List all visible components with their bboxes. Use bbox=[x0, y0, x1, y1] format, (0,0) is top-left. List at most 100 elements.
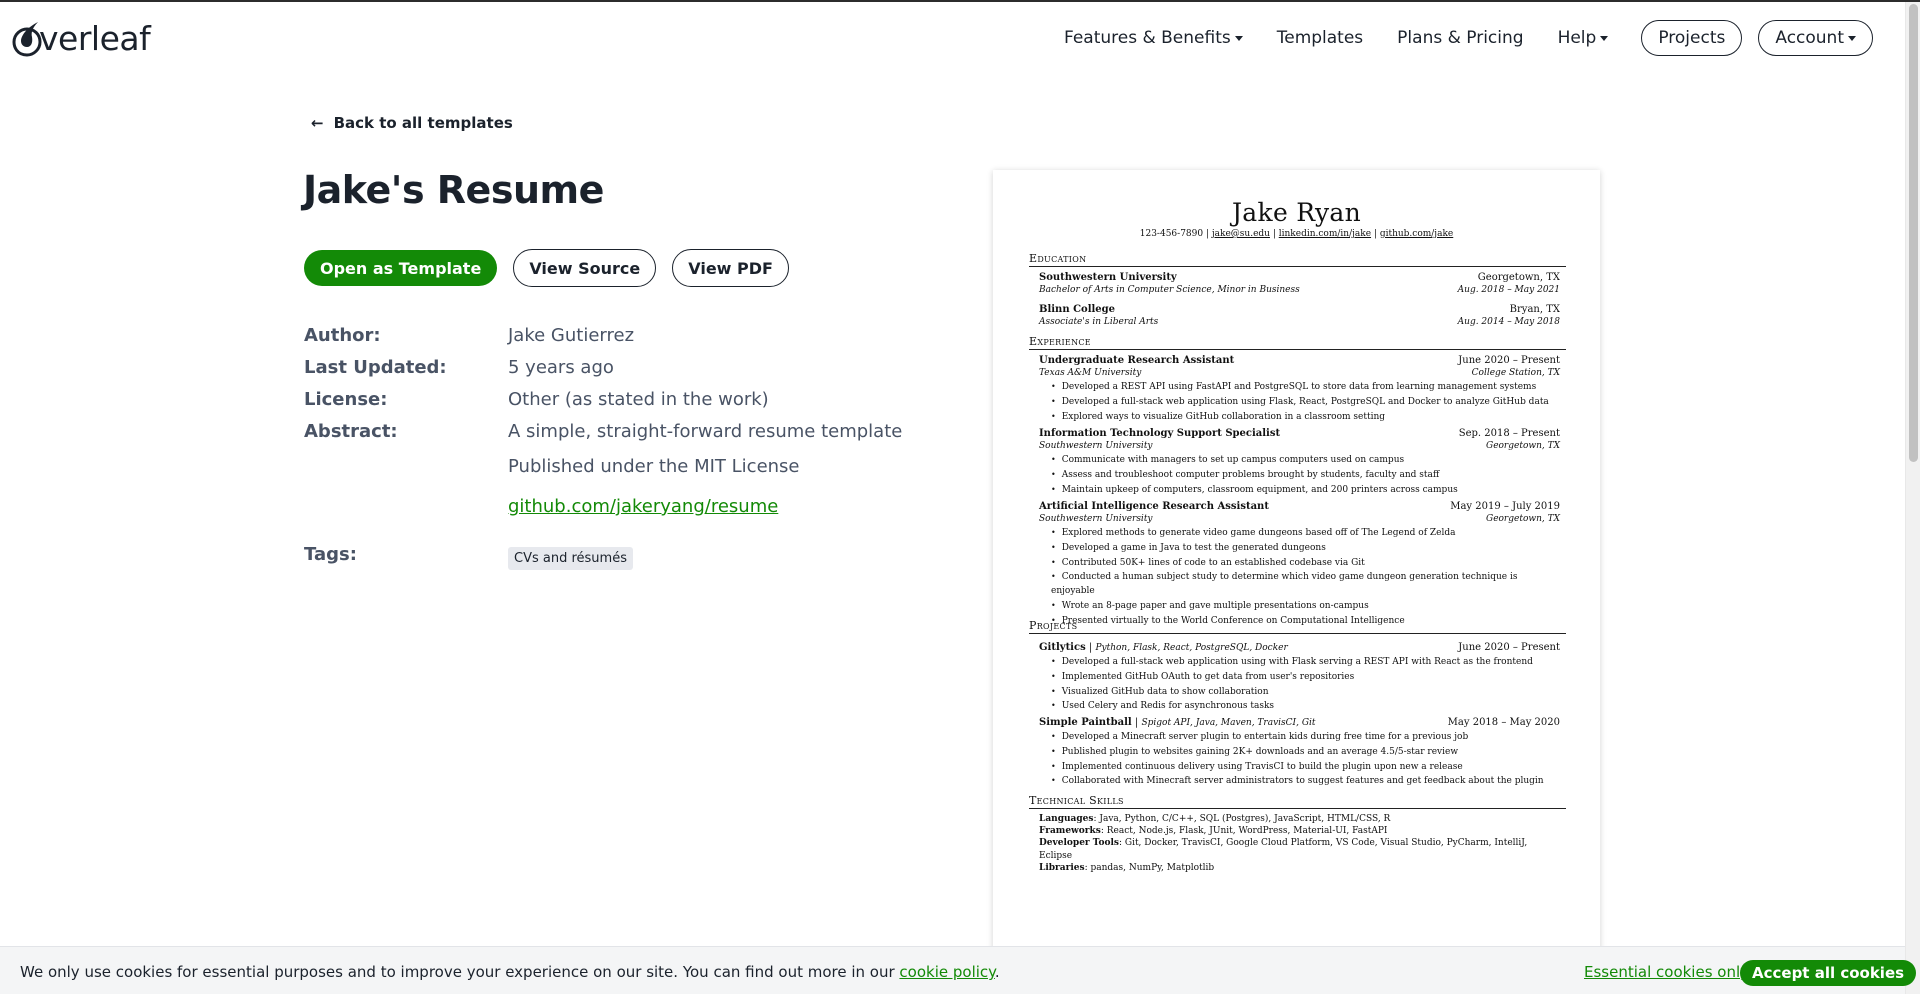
account-dropdown[interactable]: Account bbox=[1758, 20, 1873, 56]
meta-row-abstract: Abstract: A simple, straight-forward res… bbox=[304, 416, 902, 448]
dates: Sep. 2018 – Present bbox=[1458, 428, 1560, 439]
job-title: Undergraduate Research Assistant bbox=[1039, 355, 1235, 366]
resume-experience-entry: Undergraduate Research Assistant June 202… bbox=[1039, 354, 1560, 424]
job-title: Artificial Intelligence Research Assista… bbox=[1039, 501, 1269, 512]
location: Bryan, TX bbox=[1509, 304, 1560, 315]
nav-features-dropdown[interactable]: Features & Benefits bbox=[1047, 19, 1260, 57]
back-link-label: Back to all templates bbox=[333, 114, 513, 132]
logo-text: verleaf bbox=[39, 18, 151, 58]
caret-down-icon bbox=[1600, 35, 1609, 41]
bullet: Wrote an 8-page paper and gave multiple … bbox=[1051, 599, 1560, 614]
bullet: Implemented continuous delivery using Tr… bbox=[1051, 760, 1560, 775]
skill-label: Developer Tools bbox=[1039, 838, 1119, 849]
page-scrollbar[interactable] bbox=[1905, 2, 1920, 994]
scrollbar-thumb[interactable] bbox=[1909, 4, 1918, 462]
nav-plans-label: Plans & Pricing bbox=[1397, 28, 1524, 48]
template-metadata: Author: Jake Gutierrez Last Updated: 5 y… bbox=[304, 320, 902, 448]
page-title: Jake's Resume bbox=[303, 168, 604, 212]
projects-button[interactable]: Projects bbox=[1641, 20, 1743, 56]
meta-label: License: bbox=[304, 389, 388, 410]
bullet: Developed a full-stack web application u… bbox=[1051, 655, 1560, 670]
projects-label: Projects bbox=[1658, 28, 1726, 48]
dates: June 2020 – Present bbox=[1458, 355, 1560, 366]
resume-email: jake@su.edu bbox=[1211, 229, 1270, 239]
account-label: Account bbox=[1775, 28, 1844, 48]
tags-label: Tags: bbox=[304, 544, 357, 565]
bullet: Implemented GitHub OAuth to get data fro… bbox=[1051, 670, 1560, 685]
meta-value: A simple, straight-forward resume templa… bbox=[508, 421, 903, 442]
project-name: Gitlytics bbox=[1039, 642, 1086, 653]
skill-value: pandas, NumPy, Matplotlib bbox=[1090, 862, 1215, 873]
bullet: Collaborated with Minecraft server admin… bbox=[1051, 774, 1560, 789]
dates: June 2020 – Present bbox=[1458, 642, 1560, 653]
school: Blinn College bbox=[1039, 304, 1116, 315]
meta-value: 5 years ago bbox=[508, 357, 614, 378]
dates: Aug. 2014 – May 2018 bbox=[1457, 317, 1560, 327]
skill-label: Frameworks bbox=[1039, 826, 1101, 837]
resume-education-entry: Blinn College Bryan, TX Associate's in Li… bbox=[1039, 303, 1560, 329]
template-actions: Open as Template View Source View PDF bbox=[304, 249, 789, 287]
bullet: Assess and troubleshoot computer problem… bbox=[1051, 468, 1560, 483]
dates: Aug. 2018 – May 2021 bbox=[1457, 285, 1560, 295]
bullet: Conducted a human subject study to deter… bbox=[1051, 570, 1560, 599]
resume-section-projects: Projects bbox=[1029, 619, 1566, 634]
meta-row-license: License: Other (as stated in the work) bbox=[304, 384, 902, 416]
resume-name: Jake Ryan bbox=[1231, 198, 1362, 227]
nav-plans-link[interactable]: Plans & Pricing bbox=[1380, 19, 1540, 57]
dates: May 2019 – July 2019 bbox=[1450, 501, 1560, 512]
location: Georgetown, TX bbox=[1486, 514, 1560, 524]
cookie-message: We only use cookies for essential purpos… bbox=[20, 963, 1000, 981]
nav-help-dropdown[interactable]: Help bbox=[1541, 19, 1626, 57]
caret-down-icon bbox=[1848, 35, 1856, 41]
essential-cookies-only-button[interactable]: Essential cookies only bbox=[1584, 963, 1749, 981]
resume-github: github.com/jake bbox=[1379, 229, 1454, 239]
tag-cvs-resumes[interactable]: CVs and résumés bbox=[508, 547, 633, 570]
meta-row-last-updated: Last Updated: 5 years ago bbox=[304, 352, 902, 384]
bullet: Used Celery and Redis for asynchronous t… bbox=[1051, 699, 1560, 714]
bullet: Visualized GitHub data to show collabora… bbox=[1051, 685, 1560, 700]
nav-features-label: Features & Benefits bbox=[1063, 28, 1231, 48]
resume-skills: Languages: Java, Python, C/C++, SQL (Pos… bbox=[1039, 814, 1528, 873]
resume-experience-entry: Artificial Intelligence Research Assista… bbox=[1039, 500, 1560, 629]
cookie-period: . bbox=[994, 963, 1000, 981]
caret-down-icon bbox=[1234, 35, 1243, 41]
org: Texas A&M University bbox=[1039, 368, 1142, 378]
skill-value: React, Node.js, Flask, JUnit, WordPress,… bbox=[1106, 826, 1388, 837]
back-to-templates-link[interactable]: ← Back to all templates bbox=[311, 114, 513, 132]
view-source-button[interactable]: View Source bbox=[513, 249, 657, 287]
view-pdf-button[interactable]: View PDF bbox=[672, 249, 789, 287]
abstract-github-link[interactable]: github.com/jakeryang/resume bbox=[508, 496, 778, 517]
cookie-banner: We only use cookies for essential purpos… bbox=[0, 946, 1917, 994]
org: Southwestern University bbox=[1039, 441, 1153, 451]
school: Southwestern University bbox=[1039, 272, 1177, 283]
open-as-template-button[interactable]: Open as Template bbox=[304, 250, 498, 286]
location: Georgetown, TX bbox=[1477, 272, 1560, 283]
degree: Bachelor of Arts in Computer Science, Mi… bbox=[1039, 285, 1300, 295]
overleaf-logo[interactable]: verleaf bbox=[12, 18, 151, 58]
resume-project-entry: Gitlytics | Python, Flask, React, Postgr… bbox=[1039, 641, 1560, 714]
resume-section-education: Education bbox=[1029, 252, 1566, 267]
nav-help-label: Help bbox=[1557, 28, 1597, 48]
nav-templates-label: Templates bbox=[1276, 28, 1364, 48]
overleaf-leaf-icon bbox=[12, 22, 42, 57]
location: College Station, TX bbox=[1471, 368, 1560, 378]
meta-label: Last Updated: bbox=[304, 357, 447, 378]
accept-all-cookies-button[interactable]: Accept all cookies bbox=[1740, 960, 1917, 986]
resume-project-entry: Simple Paintball | Spigot API, Java, Mav… bbox=[1039, 716, 1560, 789]
resume-experience-entry: Information Technology Support Specialis… bbox=[1039, 427, 1560, 497]
meta-value: Jake Gutierrez bbox=[508, 325, 635, 346]
location: Georgetown, TX bbox=[1486, 441, 1560, 451]
cookie-policy-link[interactable]: cookie policy bbox=[899, 963, 994, 981]
bullet: Developed a full-stack web application u… bbox=[1051, 395, 1560, 410]
cookie-text: We only use cookies for essential purpos… bbox=[20, 963, 900, 981]
bullet: Developed a REST API using FastAPI and P… bbox=[1051, 380, 1560, 395]
meta-label: Abstract: bbox=[304, 421, 398, 442]
project-stack: Python, Flask, React, PostgreSQL, Docker bbox=[1095, 643, 1288, 653]
resume-linkedin: linkedin.com/in/jake bbox=[1278, 229, 1372, 239]
nav-templates-link[interactable]: Templates bbox=[1260, 19, 1380, 57]
bullet: Published plugin to websites gaining 2K+… bbox=[1051, 745, 1560, 760]
template-preview-image[interactable]: Jake Ryan 123-456-7890 | jake@su.edu | l… bbox=[993, 170, 1600, 994]
abstract-license-text: Published under the MIT License bbox=[508, 456, 800, 477]
meta-row-author: Author: Jake Gutierrez bbox=[304, 320, 902, 352]
bullet: Developed a game in Java to test the gen… bbox=[1051, 541, 1560, 556]
